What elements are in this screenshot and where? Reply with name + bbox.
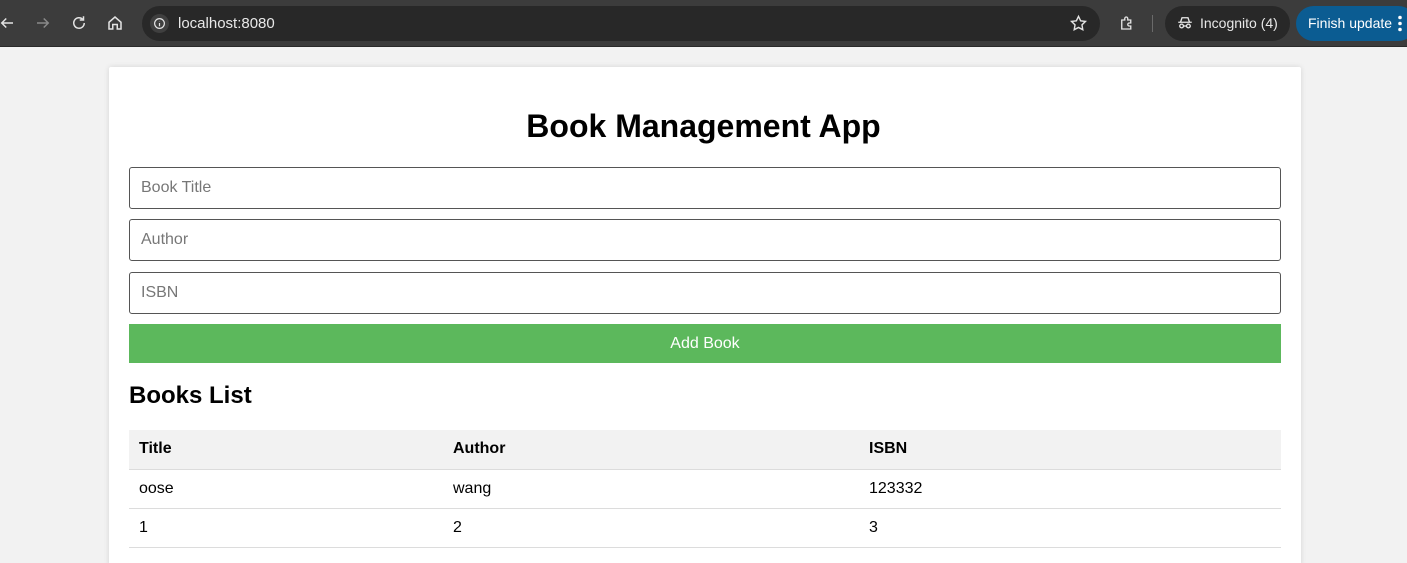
book-title-input[interactable]	[129, 167, 1281, 209]
finish-update-label: Finish update	[1308, 15, 1393, 31]
url-text[interactable]: localhost:8080	[178, 14, 275, 33]
extensions-icon[interactable]	[1116, 12, 1138, 34]
bookmark-star-icon[interactable]	[1069, 14, 1088, 33]
column-header-title: Title	[129, 430, 443, 470]
books-list-heading: Books List	[129, 382, 252, 409]
incognito-button[interactable]: Incognito (4)	[1165, 6, 1290, 41]
table-row: oose wang 123332	[129, 469, 1281, 509]
cell-isbn: 123332	[859, 469, 1281, 509]
site-info-icon[interactable]	[150, 14, 169, 33]
table-header-row: Title Author ISBN	[129, 430, 1281, 470]
toolbar-divider	[1152, 15, 1153, 32]
reload-icon[interactable]	[68, 12, 90, 34]
cell-isbn: 3	[859, 508, 1281, 548]
forward-arrow-icon[interactable]	[32, 12, 54, 34]
incognito-icon	[1176, 14, 1194, 32]
address-bar[interactable]: localhost:8080	[142, 6, 1100, 41]
isbn-input[interactable]	[129, 272, 1281, 314]
cell-title: 1	[129, 508, 443, 548]
add-book-button[interactable]: Add Book	[129, 324, 1281, 363]
books-table: Title Author ISBN oose wang 123332 1 2 3	[129, 430, 1281, 548]
incognito-label: Incognito (4)	[1200, 15, 1278, 31]
page-title: Book Management App	[526, 108, 881, 144]
cell-author: 2	[443, 508, 859, 548]
column-header-isbn: ISBN	[859, 430, 1281, 470]
more-menu-icon[interactable]	[1396, 14, 1404, 33]
cell-title: oose	[129, 469, 443, 509]
column-header-author: Author	[443, 430, 859, 470]
finish-update-button[interactable]: Finish update	[1296, 6, 1407, 41]
author-input[interactable]	[129, 219, 1281, 261]
cell-author: wang	[443, 469, 859, 509]
home-icon[interactable]	[104, 12, 126, 34]
back-arrow-icon[interactable]	[0, 12, 18, 34]
browser-toolbar: localhost:8080 Incognito (4) Finish upda…	[0, 0, 1407, 47]
table-row: 1 2 3	[129, 508, 1281, 548]
